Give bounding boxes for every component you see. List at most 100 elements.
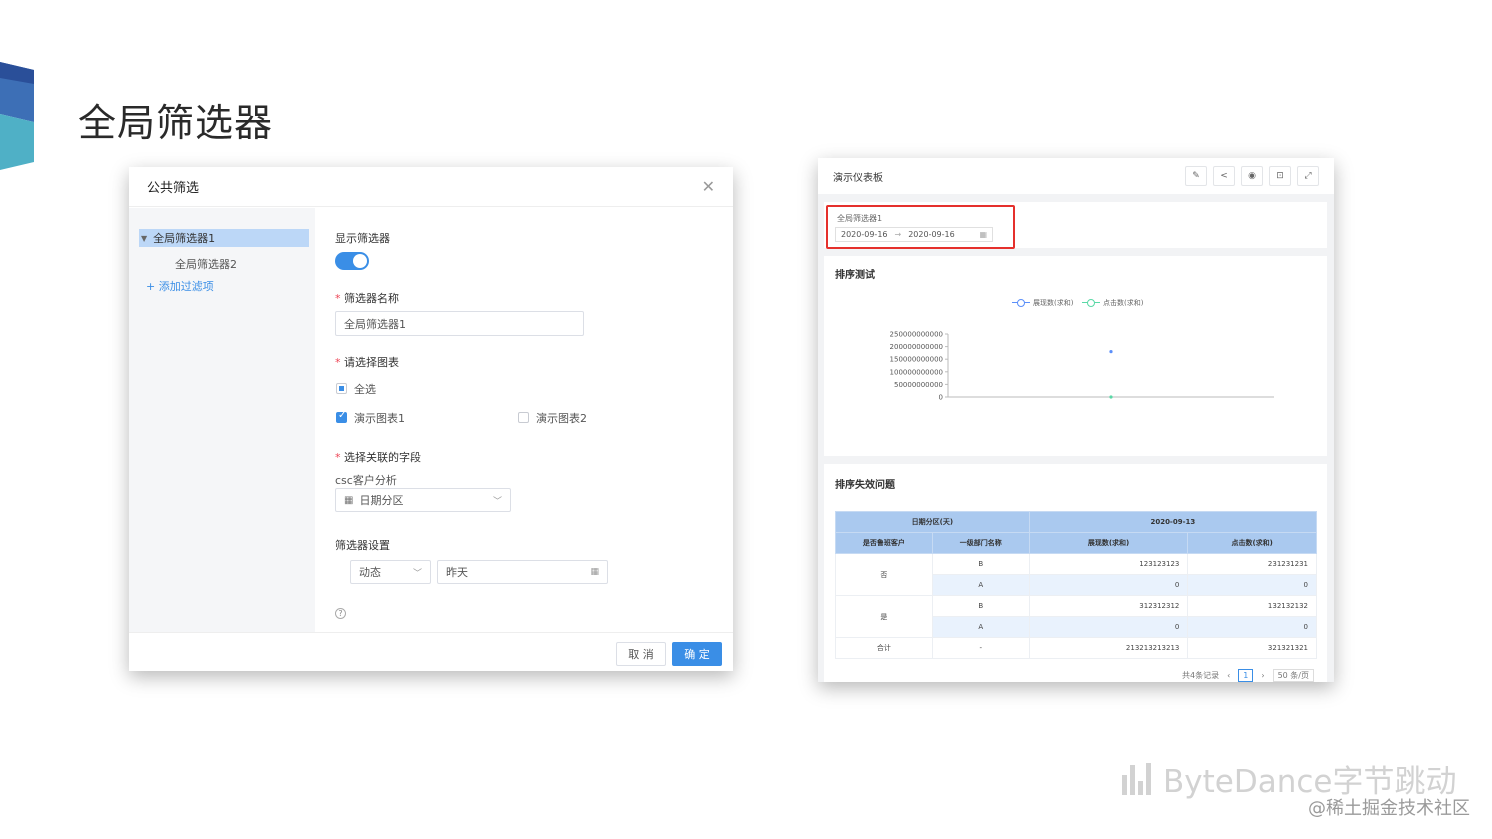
table-cell: A — [931, 616, 1030, 638]
watermark: @稀土掘金技术社区 — [1308, 798, 1470, 819]
tree-item-label: 全局筛选器1 — [153, 232, 216, 245]
close-icon[interactable]: ✕ — [702, 177, 715, 196]
column-header[interactable]: 是否鲁班客户 — [835, 532, 933, 554]
line-chart: 250000000000 200000000000 150000000000 1000… — [890, 331, 1274, 402]
global-filter-highlight: 全局筛选器1 2020-09-16 → 2020-09-16 ▦ — [826, 205, 1015, 249]
tree-item-filter-1[interactable]: ▼ 全局筛选器1 — [139, 229, 309, 247]
slide-title: 全局筛选器 — [78, 101, 274, 145]
fullscreen-icon[interactable]: ⤢ — [1297, 166, 1319, 186]
data-point-0 — [1109, 350, 1113, 354]
y-tick-label: 50000000000 — [894, 381, 943, 389]
column-header[interactable]: 展现数(求和) — [1028, 532, 1189, 554]
date-range-value: 昨天 — [446, 566, 468, 579]
eye-icon[interactable]: ◉ — [1241, 166, 1263, 186]
prev-page-icon[interactable]: ‹ — [1227, 671, 1230, 680]
total-records: 共4条记录 — [1181, 671, 1220, 680]
dashboard-header: 演示仪表板 ✎ < ◉ ⊡ ⤢ — [818, 158, 1334, 194]
column-header[interactable]: 一级部门名称 — [931, 532, 1030, 554]
table-total-row: 合计 - 213213213213 321321321 — [835, 637, 1317, 659]
y-tick-label: 0 — [939, 394, 943, 402]
field-select-value: 日期分区 — [359, 494, 404, 507]
next-page-icon[interactable]: › — [1261, 671, 1264, 680]
confirm-button[interactable]: 确 定 — [672, 642, 722, 666]
select-all-checkbox[interactable] — [336, 383, 347, 394]
mode-select-value: 动态 — [359, 566, 381, 579]
chart-1-label: 演示图表1 — [354, 412, 405, 425]
chart-2-checkbox[interactable] — [518, 412, 529, 423]
chart-select-label: 请选择图表 — [335, 354, 399, 370]
y-tick-label: 250000000000 — [890, 331, 943, 339]
table-cell: B — [931, 553, 1030, 575]
table-row: 否 B 123123123 231231231 — [835, 553, 1317, 596]
page-size-select[interactable]: 50 条/页 — [1272, 669, 1314, 682]
table-cell: 0 — [1028, 616, 1189, 638]
dataset-name: csc客户分析 — [335, 474, 397, 487]
sort-issue-card: 排序失效问题 日期分区(天) 2020-09-13 是否鲁班客户 一级部门名称 … — [824, 464, 1327, 682]
date-range-picker[interactable]: 2020-09-16 → 2020-09-16 ▦ — [835, 227, 993, 242]
date-range-select[interactable]: 昨天 ▦ — [437, 560, 608, 584]
end-date: 2020-09-16 — [908, 230, 955, 239]
calendar-icon: ▦ — [590, 567, 599, 577]
table-cell: A — [931, 574, 1030, 596]
pagination: 共4条记录 ‹ 1 › 50 条/页 — [1182, 669, 1314, 682]
y-tick-label: 150000000000 — [890, 356, 943, 364]
column-header[interactable]: 点击数(求和) — [1187, 532, 1317, 554]
table-cell: 0 — [1187, 616, 1317, 638]
y-tick-label: 100000000000 — [890, 368, 943, 376]
start-date: 2020-09-16 — [841, 230, 888, 239]
filter-settings-label: 筛选器设置 — [335, 539, 390, 552]
filter-form: 显示筛选器 筛选器名称 全局筛选器1 请选择图表 全选 演示图表1 演示图表2 … — [335, 208, 725, 632]
add-filter-link[interactable]: + 添加过滤项 — [146, 278, 214, 294]
table-cell: 123123123 — [1028, 553, 1189, 575]
dialog-footer: 取 消 确 定 — [129, 632, 733, 671]
group-cell: 否 — [835, 553, 933, 596]
dialog-header: 公共筛选 ✕ — [129, 167, 733, 207]
filter-name-input[interactable]: 全局筛选器1 — [335, 311, 584, 336]
chart-1-checkbox[interactable] — [336, 410, 347, 423]
chevron-down-icon: ﹀ — [492, 496, 502, 507]
export-icon[interactable]: ⊡ — [1269, 166, 1291, 186]
table-cell: - — [931, 637, 1030, 659]
caret-down-icon: ▼ — [141, 233, 148, 243]
table-cell: 321321321 — [1187, 637, 1317, 659]
sort-test-card: 排序测试 展现数(求和) 点击数(求和) 250000000000 2000000… — [824, 256, 1327, 456]
table-cell: B — [931, 595, 1030, 617]
show-filter-switch[interactable] — [335, 252, 369, 270]
table-cell: 312312312 — [1028, 595, 1189, 617]
calendar-icon: ▦ — [979, 230, 987, 239]
cancel-button[interactable]: 取 消 — [616, 642, 666, 666]
y-tick-label: 200000000000 — [890, 343, 943, 351]
field-select[interactable]: ▦ 日期分区 ﹀ — [335, 488, 511, 512]
table-cell: 0 — [1187, 574, 1317, 596]
filter-name-label: 筛选器名称 — [335, 290, 399, 306]
global-filter-label: 全局筛选器1 — [837, 214, 883, 223]
table-title: 排序失效问题 — [835, 480, 895, 491]
table-cell: 213213213213 — [1028, 637, 1189, 659]
chart-2-label: 演示图表2 — [536, 412, 587, 425]
arrow-right-icon: → — [894, 230, 902, 239]
table-header: 是否鲁班客户 一级部门名称 展现数(求和) 点击数(求和) — [835, 532, 1317, 554]
dashboard-toolbar: ✎ < ◉ ⊡ ⤢ — [1185, 166, 1319, 186]
table-cell: 132132132 — [1187, 595, 1317, 617]
tree-item-filter-2[interactable]: 全局筛选器2 — [175, 256, 237, 272]
show-filter-label: 显示筛选器 — [335, 232, 390, 245]
top-header-cell: 2020-09-13 — [1028, 511, 1318, 533]
table-cell: 231231231 — [1187, 553, 1317, 575]
help-icon[interactable]: ? — [335, 608, 346, 619]
public-filter-dialog: 公共筛选 ✕ ▼ 全局筛选器1 全局筛选器2 + 添加过滤项 显示筛选器 筛选器… — [129, 167, 733, 671]
select-all-label: 全选 — [354, 383, 376, 396]
page-number[interactable]: 1 — [1238, 669, 1254, 682]
table-cell: 0 — [1028, 574, 1189, 596]
demo-dashboard: 演示仪表板 ✎ < ◉ ⊡ ⤢ 全局筛选器1 2020-09-16 → 2020… — [818, 158, 1334, 682]
slide-decoration — [0, 62, 34, 170]
edit-icon[interactable]: ✎ — [1185, 166, 1207, 186]
related-field-label: 选择关联的字段 — [335, 449, 421, 465]
mode-select[interactable]: 动态 ﹀ — [350, 560, 431, 584]
pivot-table: 日期分区(天) 2020-09-13 是否鲁班客户 一级部门名称 展现数(求和)… — [835, 511, 1318, 659]
table-top-header: 日期分区(天) 2020-09-13 — [835, 511, 1318, 533]
top-header-cell: 日期分区(天) — [835, 511, 1030, 533]
dialog-title: 公共筛选 — [147, 181, 200, 196]
chevron-down-icon: ﹀ — [412, 568, 422, 579]
share-icon[interactable]: < — [1213, 166, 1235, 186]
data-point-1 — [1109, 395, 1113, 399]
